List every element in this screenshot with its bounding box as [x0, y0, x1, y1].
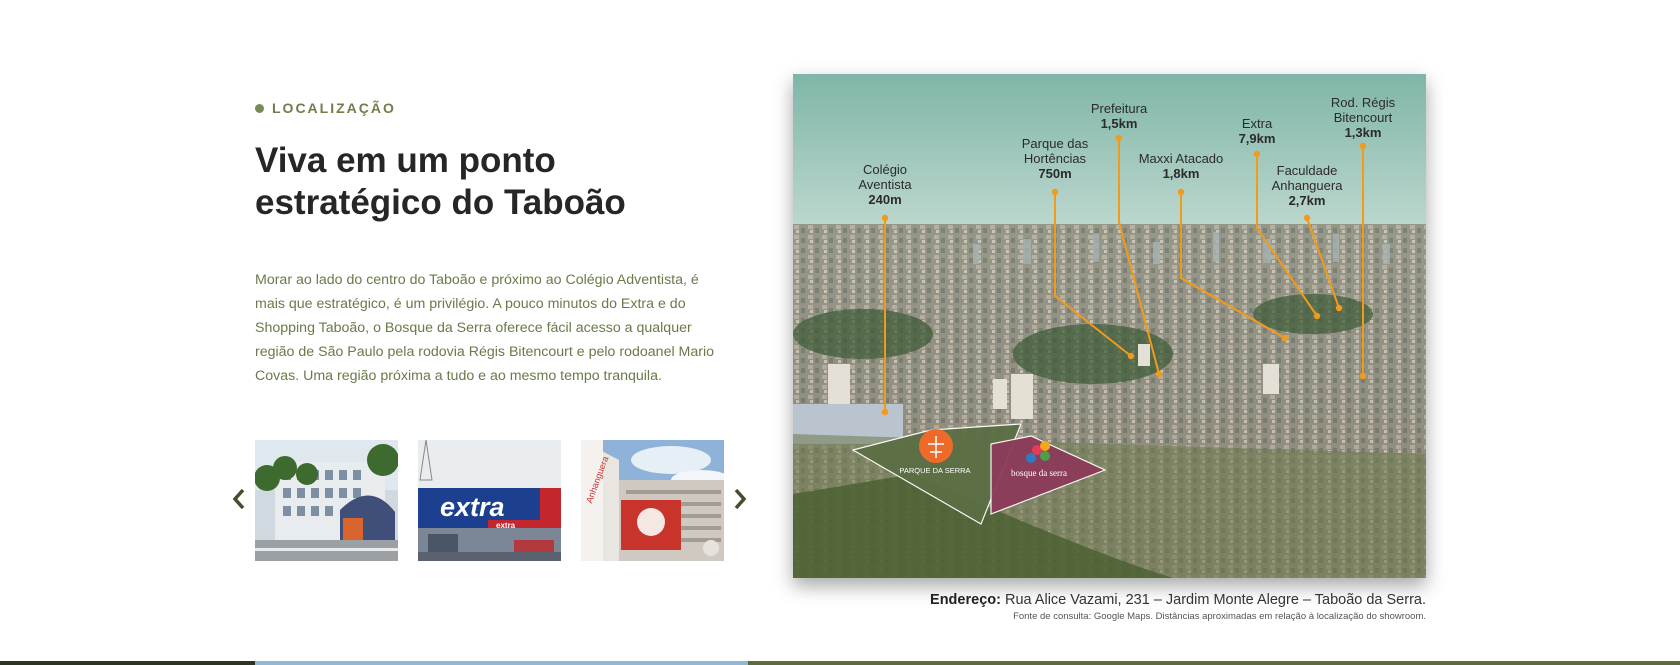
svg-text:1,5km: 1,5km [1101, 116, 1138, 131]
section-title: Viva em um ponto estratégico do Taboão [255, 141, 626, 222]
section-eyebrow: LOCALIZAÇÃO [255, 100, 396, 116]
svg-text:Hortências: Hortências [1024, 151, 1087, 166]
section-description: Morar ao lado do centro do Taboão e próx… [255, 272, 715, 384]
next-section-edge [0, 661, 1680, 665]
carousel-prev-button[interactable] [227, 484, 251, 514]
svg-text:1,3km: 1,3km [1345, 125, 1382, 140]
svg-text:Prefeitura: Prefeitura [1091, 101, 1148, 116]
svg-text:Colégio: Colégio [863, 162, 907, 177]
bullet-dot-icon [255, 103, 264, 113]
svg-text:Parque das: Parque das [1022, 136, 1089, 151]
svg-text:Rod. Régis: Rod. Régis [1331, 95, 1396, 110]
map-label-extra: Extra 7,9km [1239, 116, 1276, 146]
svg-text:1,8km: 1,8km [1163, 166, 1200, 181]
eyebrow-label: LOCALIZAÇÃO [272, 100, 396, 116]
svg-text:Maxxi Atacado: Maxxi Atacado [1139, 151, 1224, 166]
address-label: Endereço: [930, 592, 1001, 608]
svg-text:Anhanguera: Anhanguera [1272, 178, 1344, 193]
thumb-extra-store[interactable]: extra extra [418, 440, 561, 561]
svg-text:7,9km: 7,9km [1239, 131, 1276, 146]
bosque-da-serra-logo: bosque da serra [1011, 468, 1067, 478]
parque-da-serra-logo: PARQUE DA SERRA [899, 466, 970, 475]
address-value: Rua Alice Vazami, 231 – Jardim Monte Ale… [1000, 592, 1426, 608]
chevron-left-icon [232, 488, 245, 510]
svg-text:Aventista: Aventista [858, 177, 912, 192]
extra-sign-text: extra [440, 492, 505, 522]
svg-text:240m: 240m [868, 192, 901, 207]
photo-carousel: extra extra Anhanguera [225, 440, 755, 561]
address-line: Endereço: Rua Alice Vazami, 231 – Jardim… [930, 592, 1426, 608]
thumb-colegio-adventista[interactable] [255, 440, 398, 561]
svg-text:Extra: Extra [1242, 116, 1273, 131]
carousel-next-button[interactable] [728, 484, 752, 514]
chevron-right-icon [734, 488, 747, 510]
location-map: PARQUE DA SERRA bosque da serra Colégio [793, 74, 1426, 578]
thumb-anhanguera-building[interactable]: Anhanguera [581, 440, 724, 561]
svg-text:750m: 750m [1038, 166, 1071, 181]
source-note: Fonte de consulta: Google Maps. Distânci… [1013, 611, 1426, 622]
svg-text:Bitencourt: Bitencourt [1334, 110, 1393, 125]
svg-text:2,7km: 2,7km [1289, 193, 1326, 208]
svg-text:Faculdade: Faculdade [1277, 163, 1338, 178]
